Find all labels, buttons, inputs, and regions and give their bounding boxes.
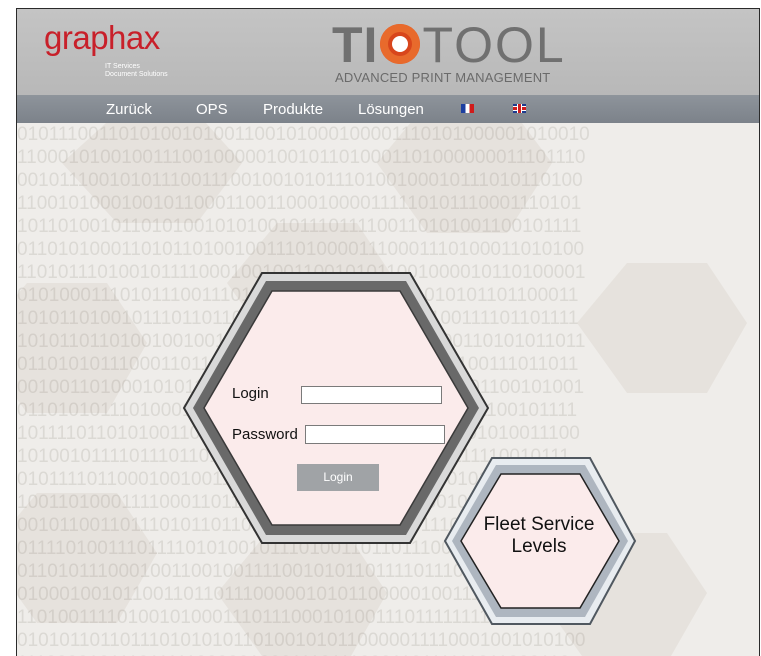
- login-input[interactable]: [301, 386, 442, 404]
- graphax-tagline: IT Services Document Solutions: [105, 63, 225, 79]
- nav-bar: Zurück OPS Produkte Lösungen: [17, 95, 759, 123]
- logo-tool-text: TOOL: [422, 17, 566, 73]
- target-icon: [380, 24, 421, 64]
- french-flag-icon[interactable]: [461, 104, 474, 113]
- logo-ti-text: TI: [332, 17, 379, 73]
- nav-zurueck[interactable]: Zurück: [106, 102, 152, 118]
- tagline-line-2: Document Solutions: [105, 71, 168, 78]
- page-frame: graphax IT Services Document Solutions T…: [16, 8, 760, 656]
- logo-tagline: ADVANCED PRINT MANAGEMENT: [335, 70, 551, 85]
- login-label: Login: [232, 385, 269, 402]
- password-label: Password: [232, 426, 298, 443]
- nav-ops[interactable]: OPS: [196, 102, 228, 118]
- nav-loesungen[interactable]: Lösungen: [358, 102, 424, 118]
- login-button[interactable]: Login: [297, 464, 379, 491]
- header: graphax IT Services Document Solutions T…: [17, 9, 759, 95]
- tagline-line-1: IT Services: [105, 63, 140, 70]
- graphax-logo[interactable]: graphax: [44, 21, 160, 55]
- fleet-service-levels-hexagon[interactable]: [442, 454, 638, 627]
- nav-produkte[interactable]: Produkte: [263, 102, 323, 118]
- password-input[interactable]: [305, 425, 445, 444]
- uk-flag-icon[interactable]: [513, 104, 526, 113]
- tiotool-logo[interactable]: TI TOOL: [332, 20, 566, 70]
